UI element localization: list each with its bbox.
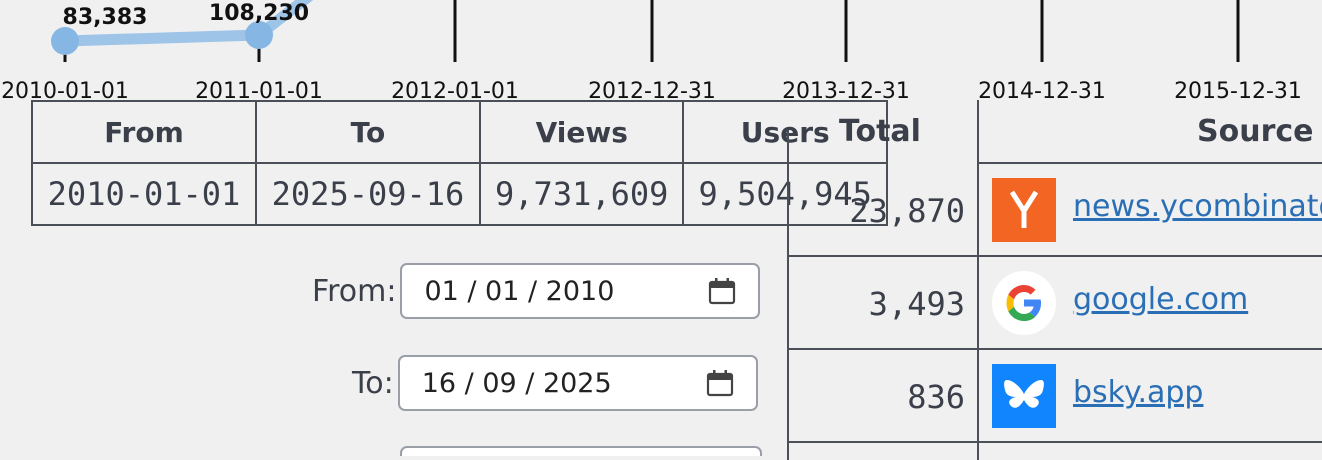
summary-views: 9,731,609 bbox=[478, 162, 685, 226]
source-total: 836 bbox=[907, 378, 965, 416]
summary-to: 2025-09-16 bbox=[254, 162, 481, 226]
sources-table: Total Source 23,870 news.ycombinato 3,49… bbox=[787, 100, 1322, 460]
source-total: 23,870 bbox=[849, 192, 965, 230]
source-link[interactable]: bsky.app bbox=[1073, 375, 1203, 410]
x-tick-label: 2015-12-31 bbox=[1174, 79, 1302, 102]
header-source: Source bbox=[1197, 114, 1314, 149]
from-date-value: 01 / 01 / 2010 bbox=[424, 275, 615, 307]
summary-from: 2010-01-01 bbox=[31, 162, 257, 226]
data-point[interactable] bbox=[51, 27, 79, 55]
x-tick-label: 2013-12-31 bbox=[782, 79, 910, 102]
to-label: To: bbox=[352, 365, 394, 401]
to-date-value: 16 / 09 / 2025 bbox=[421, 367, 612, 399]
x-tick-label: 2011-01-01 bbox=[195, 79, 323, 102]
bluesky-icon bbox=[992, 364, 1056, 428]
header-views: Views bbox=[478, 100, 685, 164]
from-label: From: bbox=[312, 273, 397, 309]
header-to: To bbox=[254, 100, 481, 164]
views-chart: 2010-01-01 2011-01-01 2012-01-01 2012-12-31… bbox=[1, 0, 1302, 102]
third-input-edge[interactable] bbox=[400, 446, 762, 456]
data-label: 83,383 bbox=[63, 5, 148, 30]
source-link[interactable]: news.ycombinato bbox=[1073, 189, 1322, 224]
header-from: From bbox=[31, 100, 257, 164]
google-icon bbox=[992, 271, 1056, 335]
x-tick-label: 2012-01-01 bbox=[391, 79, 519, 102]
to-row: To: 16 / 09 / 2025 bbox=[352, 355, 758, 411]
header-total: Total bbox=[839, 114, 921, 149]
from-date-input[interactable]: 01 / 01 / 2010 bbox=[400, 263, 761, 319]
to-date-input[interactable]: 16 / 09 / 2025 bbox=[397, 355, 758, 411]
source-link[interactable]: google.com bbox=[1073, 282, 1248, 317]
from-row: From: 01 / 01 / 2010 bbox=[312, 263, 761, 319]
series-line bbox=[59, 29, 265, 47]
x-tick-label: 2012-12-31 bbox=[588, 79, 716, 102]
calendar-icon[interactable] bbox=[708, 277, 736, 305]
data-label: 108,230 bbox=[209, 1, 309, 26]
source-total: 3,493 bbox=[868, 285, 965, 323]
summary-table: From To Views Users 2010-01-01 2025-09-1… bbox=[31, 100, 888, 226]
calendar-icon[interactable] bbox=[706, 369, 734, 397]
x-tick-label: 2010-01-01 bbox=[1, 79, 129, 102]
x-tick-label: 2014-12-31 bbox=[978, 79, 1106, 102]
ycombinator-icon bbox=[992, 178, 1056, 242]
